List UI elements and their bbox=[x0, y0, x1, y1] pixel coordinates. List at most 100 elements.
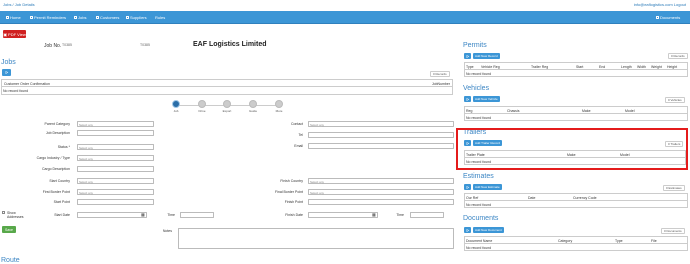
input-finish-date[interactable] bbox=[308, 212, 378, 218]
input-start-time[interactable] bbox=[180, 212, 214, 218]
select-final-border-point[interactable]: Select any bbox=[308, 189, 454, 195]
input-start-point[interactable] bbox=[77, 199, 154, 205]
select-finish-country[interactable]: Select any bbox=[308, 178, 454, 184]
input-start-date[interactable] bbox=[77, 212, 147, 218]
select-status[interactable]: Select any bbox=[77, 144, 154, 150]
show-addresses-checkbox[interactable] bbox=[2, 211, 5, 214]
step-drive[interactable]: Drive bbox=[196, 100, 208, 113]
job-number-value: T0385 bbox=[62, 43, 72, 47]
select-first-border-point[interactable]: Select any bbox=[77, 189, 154, 195]
label-first-border-point: First Border Point bbox=[42, 190, 70, 194]
save-button[interactable]: Save bbox=[2, 226, 16, 233]
vehicles-refresh-button[interactable]: ⟳ bbox=[464, 96, 471, 102]
documents-empty-row: No record found bbox=[466, 246, 492, 250]
label-contact: Contact bbox=[290, 122, 303, 126]
top-bar: Jobs / Job Details info@eaflogistics.com… bbox=[0, 0, 690, 10]
documents-refresh-button[interactable]: ⟳ bbox=[464, 227, 471, 233]
label-cargo-description: Cargo Description bbox=[41, 167, 70, 171]
vehicles-records-count: 0 Vehicles bbox=[665, 97, 685, 103]
jobs-col-jobnumber: JobNumber bbox=[431, 82, 450, 86]
pdf-icon: ▣ bbox=[3, 31, 8, 37]
estimates-table: Our Ref Date Currency Code No record fou… bbox=[464, 193, 688, 208]
permits-refresh-button[interactable]: ⟳ bbox=[464, 53, 471, 59]
label-tel: Tel bbox=[298, 133, 303, 137]
jobs-records-count: 0 Records bbox=[430, 71, 450, 77]
label-start-country: Start Country bbox=[49, 179, 70, 183]
refresh-icon: ⟳ bbox=[465, 53, 470, 59]
estimates-refresh-button[interactable]: ⟳ bbox=[464, 184, 471, 190]
pdf-view-button[interactable]: ▣ PDF View bbox=[3, 30, 26, 38]
nav-permit-reminders[interactable]: Permit Reminders bbox=[30, 15, 66, 20]
label-finish-country: Finish Country bbox=[280, 179, 303, 183]
input-finish-time[interactable] bbox=[410, 212, 444, 218]
nav-documents[interactable]: Documents bbox=[656, 15, 680, 20]
select-cargo-industry[interactable]: Select any bbox=[77, 155, 154, 161]
nav-rules[interactable]: Rules bbox=[155, 15, 165, 20]
estimates-empty-row: No record found bbox=[466, 203, 492, 207]
reminder-icon bbox=[30, 16, 33, 19]
nav-home[interactable]: Home bbox=[6, 15, 21, 20]
customers-icon bbox=[96, 16, 99, 19]
label-finish-point: Finish Point bbox=[284, 200, 303, 204]
input-finish-point[interactable] bbox=[308, 199, 454, 205]
label-finish-time: Time bbox=[396, 213, 404, 217]
jobs-empty-row: No record found bbox=[3, 89, 29, 93]
notes-textarea[interactable] bbox=[178, 228, 454, 249]
job-number-label: Job No. bbox=[44, 43, 62, 49]
permits-table: Type Vehicle Reg Trailer Reg Start End L… bbox=[464, 62, 688, 77]
step-guide[interactable]: Guide bbox=[247, 100, 259, 113]
breadcrumb[interactable]: Jobs / Job Details bbox=[3, 2, 35, 7]
step-export[interactable]: Export bbox=[221, 100, 233, 113]
jobs-refresh-button[interactable]: ⟳ bbox=[2, 69, 11, 76]
label-finish-date: Finish Date bbox=[285, 213, 303, 217]
documents-add-button[interactable]: Add New Document bbox=[473, 227, 504, 233]
input-email[interactable] bbox=[308, 143, 454, 149]
permits-add-button[interactable]: Add New Record bbox=[473, 53, 500, 59]
step-job[interactable]: Job bbox=[170, 100, 182, 113]
main-nav: Home Permit Reminders Jobs Customers Sup… bbox=[0, 11, 690, 24]
estimates-add-button[interactable]: Add New Estimate bbox=[473, 184, 502, 190]
estimates-records-count: 0 Estimates bbox=[663, 185, 685, 191]
vehicles-add-button[interactable]: Add New Vehicle bbox=[473, 96, 500, 102]
nav-customers[interactable]: Customers bbox=[96, 15, 119, 20]
permits-title: Permits bbox=[463, 42, 487, 49]
label-cargo-industry: Cargo Industry / Type bbox=[36, 156, 70, 160]
trailers-highlight-box bbox=[456, 128, 688, 170]
select-contact[interactable]: Select any bbox=[308, 121, 454, 127]
user-info[interactable]: info@eaflogistics.com Logout bbox=[634, 2, 686, 7]
permits-empty-row: No record found bbox=[466, 72, 492, 76]
documents-table: Document Name Category Type File No reco… bbox=[464, 236, 688, 251]
finish-calendar-icon[interactable]: ▦ bbox=[372, 212, 376, 217]
home-icon bbox=[6, 16, 9, 19]
select-start-country[interactable]: Select any bbox=[77, 178, 154, 184]
refresh-icon: ⟳ bbox=[465, 227, 470, 233]
job-stepper: Job Drive Export Guide More bbox=[150, 98, 300, 118]
permits-records-count: 0 Records bbox=[668, 53, 688, 59]
show-addresses-label: Show Addresses bbox=[7, 211, 24, 219]
nav-suppliers[interactable]: Suppliers bbox=[126, 15, 147, 20]
label-email: Email bbox=[294, 144, 303, 148]
step-more[interactable]: More bbox=[273, 100, 285, 113]
select-parent-category[interactable]: Select any bbox=[77, 121, 154, 127]
jobs-table: Customer Order Confirmation JobNumber No… bbox=[1, 79, 453, 95]
refresh-icon: ⟳ bbox=[4, 70, 9, 75]
job-number-value-2: T0385 bbox=[140, 43, 150, 47]
label-final-border-point: Final Border Point bbox=[274, 190, 303, 194]
vehicles-empty-row: No record found bbox=[466, 116, 492, 120]
label-job-description: Job Description bbox=[45, 131, 70, 135]
input-job-description[interactable] bbox=[77, 130, 154, 136]
label-start-time: Time bbox=[167, 213, 175, 217]
label-start-point: Start Point bbox=[53, 200, 70, 204]
label-parent-category: Parent Category bbox=[44, 122, 71, 126]
input-cargo-description[interactable] bbox=[77, 166, 154, 172]
company-name: EAF Logistics Limited bbox=[193, 41, 267, 48]
jobs-title: Jobs bbox=[1, 59, 16, 66]
label-notes: Notes bbox=[162, 229, 172, 233]
suppliers-icon bbox=[126, 16, 129, 19]
refresh-icon: ⟳ bbox=[465, 184, 470, 190]
nav-jobs[interactable]: Jobs bbox=[74, 15, 86, 20]
calendar-icon[interactable]: ▦ bbox=[141, 212, 145, 217]
input-tel[interactable] bbox=[308, 132, 454, 138]
vehicles-table: Reg Chassis Make Model No record found bbox=[464, 106, 688, 121]
refresh-icon: ⟳ bbox=[465, 96, 470, 102]
